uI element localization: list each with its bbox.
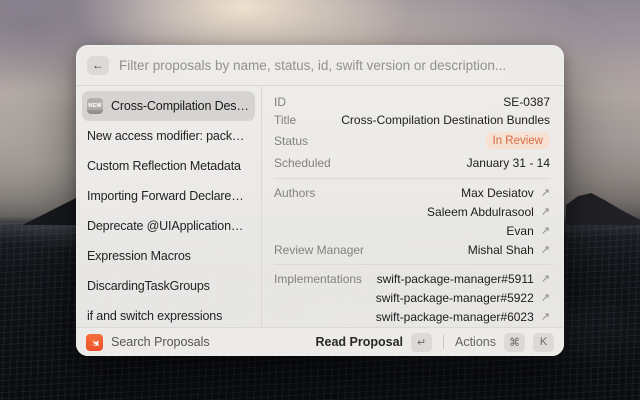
proposal-list: NEW Cross-Compilation Destinatio... New … [76,86,262,327]
external-link-icon: ↗ [541,272,550,285]
list-item-label: Deprecate @UIApplicationMain a... [87,219,250,233]
implementation-link[interactable]: swift-package-manager#5911 ↗ [377,272,550,286]
detail-row-status: Status In Review [274,129,550,152]
detail-label: Review Manager [274,243,364,257]
k-key-badge[interactable]: K [533,333,554,352]
list-item-label: New access modifier: package [87,129,250,143]
detail-row-review-manager: Review Manager Mishal Shah ↗ [274,240,550,259]
new-proposal-icon: NEW [87,98,103,114]
implementation-link[interactable]: swift-package-manager#6023 ↗ [376,310,550,324]
external-link-icon: ↗ [541,186,550,199]
detail-value: Cross-Compilation Destination Bundles [341,113,550,127]
list-item-package-modifier[interactable]: New access modifier: package [82,121,255,151]
review-manager-link[interactable]: Mishal Shah ↗ [468,243,550,257]
swift-bird-glyph [89,337,100,348]
status-badge: In Review [486,132,551,149]
back-button[interactable]: ← [87,56,109,75]
footer-separator [443,335,444,349]
list-item-label: Cross-Compilation Destinatio... [111,99,250,113]
list-item-forward-declared[interactable]: Importing Forward Declared Obj... [82,181,255,211]
external-link-icon: ↗ [541,205,550,218]
detail-row-implementation-3: swift-package-manager#6023 ↗ [274,307,550,326]
detail-row-id: ID SE-0387 [274,93,550,111]
detail-label: Implementations [274,272,362,286]
list-item-if-switch-expressions[interactable]: if and switch expressions [82,301,255,327]
external-link-icon: ↗ [541,243,550,256]
launcher-window: ← NEW Cross-Compilation Destinatio... Ne… [76,45,564,356]
list-item-reflection-metadata[interactable]: Custom Reflection Metadata [82,151,255,181]
detail-row-authors: Authors Max Desiatov ↗ [274,183,550,202]
detail-row-implementations: Implementations swift-package-manager#59… [274,269,550,288]
external-link-icon: ↗ [541,291,550,304]
list-item-deprecate-uiapplicationmain[interactable]: Deprecate @UIApplicationMain a... [82,211,255,241]
detail-label: Title [274,113,296,127]
section-divider [274,264,550,265]
implementation-link[interactable]: swift-package-manager#5922 ↗ [376,291,550,305]
detail-label: Status [274,134,308,148]
footer-bar: Search Proposals Read Proposal ↵ Actions… [76,327,564,356]
list-item-label: if and switch expressions [87,309,222,323]
search-bar: ← [76,45,564,85]
detail-row-author-2: Saleem Abdulrasool ↗ [274,202,550,221]
actions-button[interactable]: Actions [455,335,496,349]
app-label: Search Proposals [111,335,210,349]
author-link[interactable]: Max Desiatov ↗ [461,186,550,200]
detail-value: January 31 - 14 [467,156,550,170]
proposal-detail-panel: ID SE-0387 Title Cross-Compilation Desti… [262,86,564,327]
list-item-expression-macros[interactable]: Expression Macros [82,241,255,271]
external-link-icon: ↗ [541,224,550,237]
list-item-label: Custom Reflection Metadata [87,159,241,173]
list-item-discarding-task-groups[interactable]: DiscardingTaskGroups [82,271,255,301]
section-divider [274,178,550,179]
detail-row-author-3: Evan ↗ [274,221,550,240]
list-item-label: Importing Forward Declared Obj... [87,189,250,203]
author-link[interactable]: Evan ↗ [506,224,550,238]
detail-row-implementation-2: swift-package-manager#5922 ↗ [274,288,550,307]
author-link[interactable]: Saleem Abdulrasool ↗ [427,205,550,219]
list-item-label: Expression Macros [87,249,191,263]
return-key-badge[interactable]: ↵ [411,333,432,352]
back-arrow-icon: ← [92,58,104,72]
detail-row-title: Title Cross-Compilation Destination Bund… [274,111,550,129]
detail-label: Authors [274,186,315,200]
detail-label: Scheduled [274,156,331,170]
detail-label: ID [274,95,286,109]
list-item-label: DiscardingTaskGroups [87,279,210,293]
list-item-cross-compilation[interactable]: NEW Cross-Compilation Destinatio... [82,91,255,121]
command-key-badge[interactable]: ⌘ [504,333,525,352]
detail-row-scheduled: Scheduled January 31 - 14 [274,152,550,173]
detail-value: SE-0387 [503,95,550,109]
search-input[interactable] [119,58,553,73]
external-link-icon: ↗ [541,310,550,323]
swift-evolution-icon [86,334,103,351]
read-proposal-button[interactable]: Read Proposal [315,335,403,349]
